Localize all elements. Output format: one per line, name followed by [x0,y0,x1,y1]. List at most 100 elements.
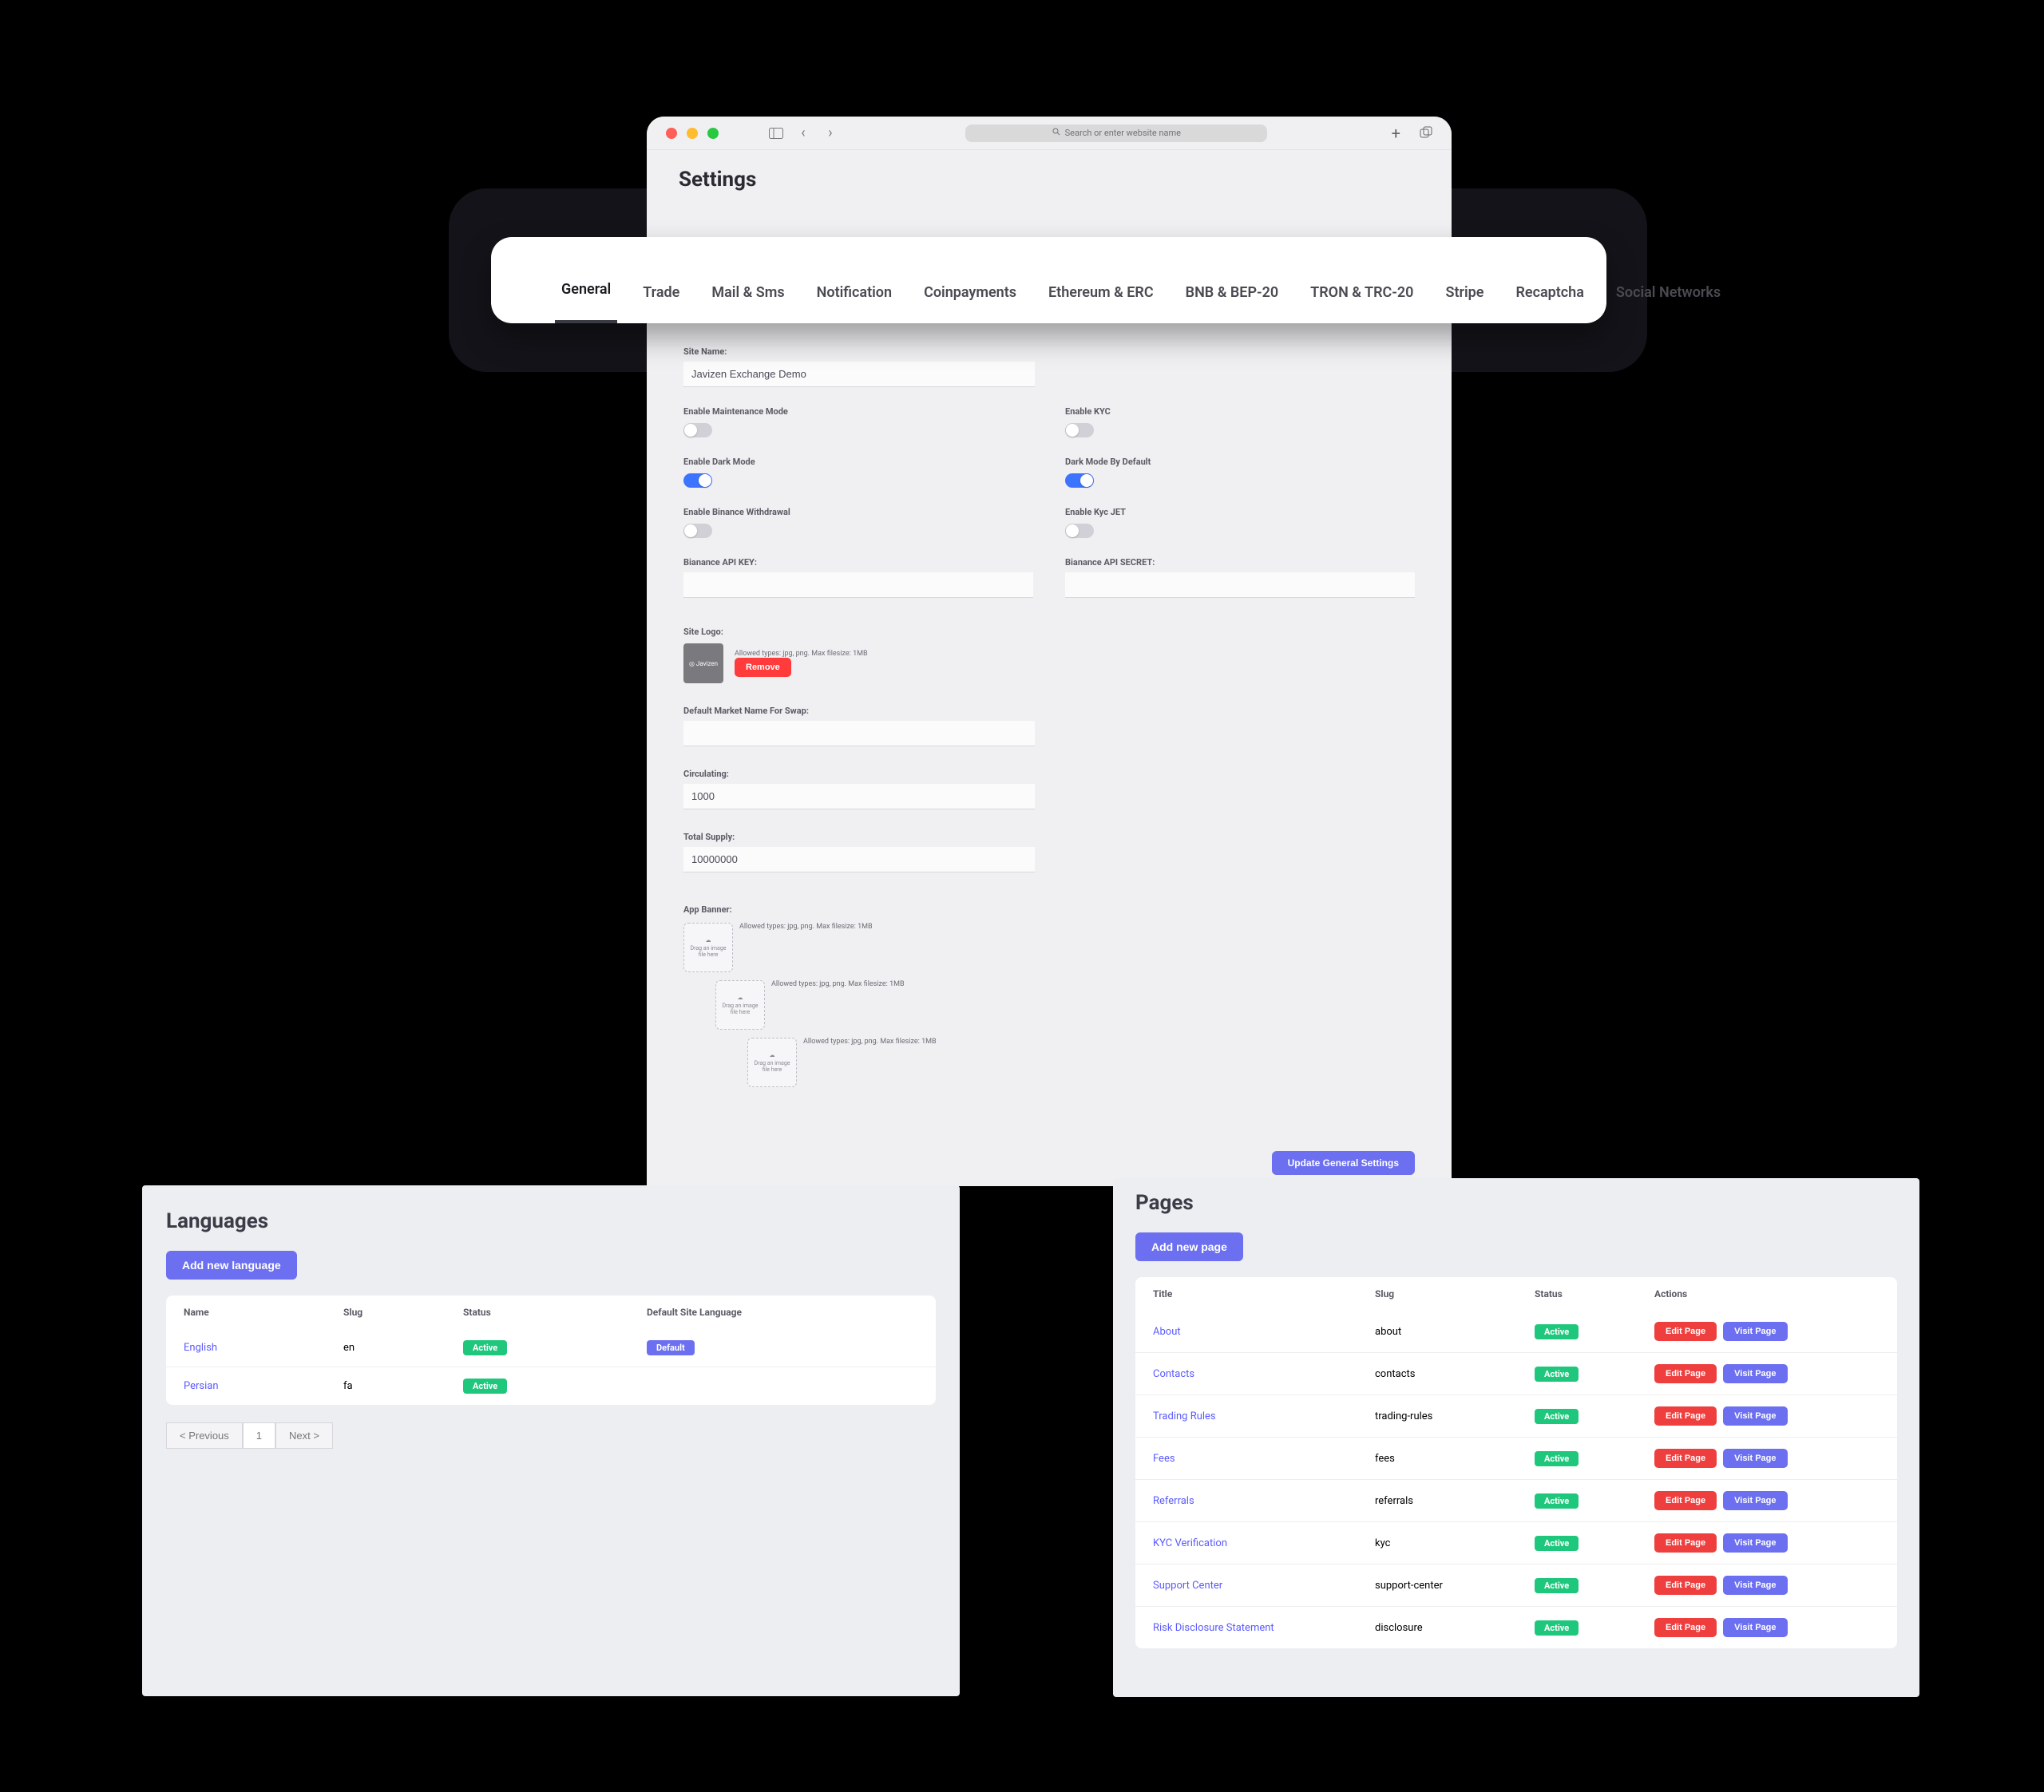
edit-page-button[interactable]: Edit Page [1654,1406,1717,1426]
browser-tools: + [1392,124,1432,143]
th-title: Title [1153,1288,1375,1299]
page-title-link[interactable]: Contacts [1153,1368,1194,1380]
add-page-button[interactable]: Add new page [1135,1232,1243,1261]
visit-page-button[interactable]: Visit Page [1723,1491,1787,1510]
page-title-link[interactable]: About [1153,1326,1181,1338]
edit-page-button[interactable]: Edit Page [1654,1449,1717,1468]
edit-page-button[interactable]: Edit Page [1654,1364,1717,1383]
visit-page-button[interactable]: Visit Page [1723,1618,1787,1637]
darkmode-toggle[interactable] [683,473,712,488]
table-row: Referrals referralsActive Edit Page Visit P… [1135,1479,1897,1521]
banner-dropzone-2[interactable]: ☁ Drag an image file here [715,980,765,1030]
page-title-link[interactable]: KYC Verification [1153,1537,1227,1549]
tab-notification[interactable]: Notification [810,284,898,323]
edit-page-button[interactable]: Edit Page [1654,1491,1717,1510]
tab-ethereum-erc[interactable]: Ethereum & ERC [1042,284,1160,323]
logo-hint: Allowed types: jpg, png. Max filesize: 1… [735,650,868,658]
address-bar[interactable]: Search or enter website name [965,125,1267,142]
tab-trade[interactable]: Trade [636,284,686,323]
visit-page-button[interactable]: Visit Page [1723,1533,1787,1553]
sidebar-toggle-icon[interactable] [765,124,787,143]
page-slug: trading-rules [1375,1410,1535,1422]
sitelogo-label: Site Logo: [683,627,1415,637]
page-slug: referrals [1375,1495,1535,1507]
tab-general[interactable]: General [555,281,617,323]
back-icon[interactable]: ‹ [792,124,814,143]
apisecret-label: Bianance API SECRET: [1065,557,1415,568]
binance-withdraw-toggle[interactable] [683,524,712,538]
edit-page-button[interactable]: Edit Page [1654,1533,1717,1553]
languages-table: Name Slug Status Default Site Language E… [166,1296,936,1405]
search-icon [1052,128,1060,138]
maintenance-toggle[interactable] [683,423,712,437]
page-title-link[interactable]: Risk Disclosure Statement [1153,1622,1274,1634]
totalsupply-input[interactable] [683,847,1035,872]
page-slug: fees [1375,1453,1535,1465]
banner-dropzone-1[interactable]: ☁ Drag an image file here [683,923,733,972]
tab-mail-sms[interactable]: Mail & Sms [705,284,790,323]
lang-name-link[interactable]: English [184,1342,217,1354]
visit-page-button[interactable]: Visit Page [1723,1322,1787,1341]
page-title-link[interactable]: Support Center [1153,1580,1222,1592]
default-market-label: Default Market Name For Swap: [683,706,1415,716]
edit-page-button[interactable]: Edit Page [1654,1322,1717,1341]
kycjet-toggle[interactable] [1065,524,1094,538]
minimize-icon[interactable] [687,128,698,139]
lang-name-link[interactable]: Persian [184,1380,219,1392]
tab-coinpayments[interactable]: Coinpayments [917,284,1023,323]
page-1-button[interactable]: 1 [243,1422,275,1449]
tab-bnb-bep-20[interactable]: BNB & BEP-20 [1179,284,1285,323]
add-language-button[interactable]: Add new language [166,1251,297,1280]
forward-icon[interactable]: › [819,124,842,143]
page-title-link[interactable]: Referrals [1153,1495,1194,1507]
apikey-input[interactable] [683,572,1033,598]
totalsupply-label: Total Supply: [683,832,1415,842]
kyc-toggle[interactable] [1065,423,1094,437]
prev-page-button[interactable]: < Previous [166,1422,243,1449]
status-badge: Active [1535,1451,1579,1466]
darkdefault-toggle[interactable] [1065,473,1094,488]
tab-tron-trc-20[interactable]: TRON & TRC-20 [1304,284,1420,323]
logo-thumb: ◎ Javizen [683,643,723,683]
status-badge: Active [463,1379,507,1394]
page-title-link[interactable]: Fees [1153,1453,1175,1465]
apikey-label: Bianance API KEY: [683,557,1033,568]
close-icon[interactable] [666,128,677,139]
update-settings-button[interactable]: Update General Settings [1272,1151,1415,1175]
edit-page-button[interactable]: Edit Page [1654,1618,1717,1637]
visit-page-button[interactable]: Visit Page [1723,1406,1787,1426]
table-row: Support Centersupport-centerActiveEdit P… [1135,1564,1897,1606]
circulating-input[interactable] [683,784,1035,809]
tab-social-networks[interactable]: Social Networks [1610,284,1727,323]
pagination: < Previous 1 Next > [166,1422,936,1449]
remove-logo-button[interactable]: Remove [735,658,791,677]
visit-page-button[interactable]: Visit Page [1723,1364,1787,1383]
status-badge: Active [1535,1409,1579,1424]
banner-dropzone-3[interactable]: ☁ Drag an image file here [747,1038,797,1087]
apisecret-input[interactable] [1065,572,1415,598]
edit-page-button[interactable]: Edit Page [1654,1576,1717,1595]
default-market-input[interactable] [683,721,1035,746]
pages-panel: Pages Add new page Title Slug Status Act… [1113,1178,1919,1697]
sitename-input[interactable] [683,362,1035,387]
status-badge: Active [1535,1493,1579,1509]
th-status: Status [463,1307,647,1318]
visit-page-button[interactable]: Visit Page [1723,1576,1787,1595]
status-badge: Active [1535,1620,1579,1636]
table-row: Trading Rules trading-rulesActive Edit Pag… [1135,1394,1897,1437]
tab-stripe[interactable]: Stripe [1439,284,1490,323]
languages-panel: Languages Add new language Name Slug Sta… [142,1185,960,1696]
kycjet-label: Enable Kyc JET [1065,507,1415,517]
next-page-button[interactable]: Next > [275,1422,333,1449]
th-slug: Slug [1375,1288,1535,1299]
maximize-icon[interactable] [707,128,719,139]
tabs-icon[interactable] [1420,124,1432,143]
new-tab-icon[interactable]: + [1392,124,1400,143]
visit-page-button[interactable]: Visit Page [1723,1449,1787,1468]
tab-recaptcha[interactable]: Recaptcha [1509,284,1590,323]
darkdefault-label: Dark Mode By Default [1065,457,1415,467]
settings-tabs-bar: General Trade Mail & Sms Notification Coinpa… [491,237,1606,323]
page-title-link[interactable]: Trading Rules [1153,1410,1216,1422]
lang-slug: en [343,1342,463,1354]
appbanner-label: App Banner: [683,904,1415,915]
